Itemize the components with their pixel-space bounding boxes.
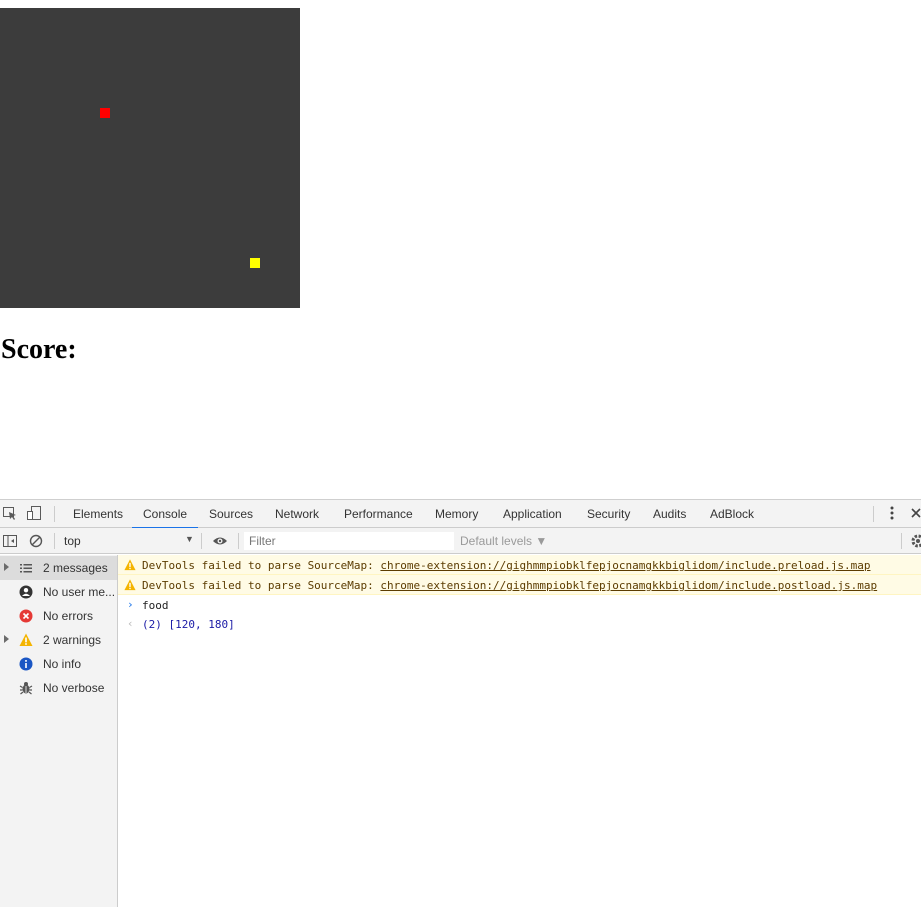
tab-performance[interactable]: Performance (344, 507, 413, 528)
tab-sources[interactable]: Sources (209, 507, 253, 528)
warning-icon (19, 633, 33, 647)
context-value: top (64, 534, 81, 548)
console-input-text: food (142, 599, 169, 612)
toolbar-divider (873, 506, 874, 522)
sidebar-item-warnings[interactable]: 2 warnings (0, 628, 117, 652)
device-toolbar-icon[interactable] (26, 505, 42, 521)
console-warning-message: DevTools failed to parse SourceMap: chro… (118, 575, 921, 595)
sidebar-item-label: 2 warnings (43, 633, 102, 647)
warning-text: DevTools failed to parse SourceMap: (142, 559, 381, 572)
warning-icon (124, 579, 136, 591)
toolbar-divider (238, 533, 239, 549)
source-map-link[interactable]: chrome-extension://gighmmpiobklfepjocnam… (380, 559, 870, 572)
sidebar-item-label: No info (43, 657, 82, 671)
log-levels-dropdown[interactable]: Default levels ▼ (460, 534, 547, 548)
tab-memory[interactable]: Memory (435, 507, 478, 528)
eye-icon[interactable] (212, 533, 228, 549)
list-icon (19, 561, 33, 575)
sidebar-item-label: No errors (43, 609, 94, 623)
bug-icon (19, 681, 33, 695)
sidebar-item-label: No user me... (43, 585, 116, 599)
warning-icon (124, 559, 136, 571)
expand-arrow-icon[interactable] (4, 635, 9, 643)
error-icon (19, 609, 33, 623)
result-arrow-icon: ‹ (127, 617, 134, 630)
devtools-panel: Elements Console Sources Network Perform… (0, 499, 921, 907)
clear-console-icon[interactable] (28, 533, 44, 549)
sidebar-item-user-messages[interactable]: No user me... (0, 580, 117, 604)
sidebar-item-info[interactable]: No info (0, 652, 117, 676)
console-input-line: › food (118, 595, 921, 615)
console-sidebar: 2 messages No user me... No errors 2 war… (0, 555, 118, 907)
context-selector[interactable]: top ▼ (55, 531, 195, 550)
toggle-sidebar-icon[interactable] (2, 533, 18, 549)
user-icon (19, 585, 33, 599)
snake-segment (100, 108, 110, 118)
console-toolbar: top ▼ Default levels ▼ (0, 528, 921, 554)
dropdown-arrow-icon: ▼ (185, 534, 194, 544)
sidebar-item-label: No verbose (43, 681, 105, 695)
toolbar-divider (54, 506, 55, 522)
tab-application[interactable]: Application (503, 507, 562, 528)
tab-security[interactable]: Security (587, 507, 630, 528)
console-warning-message: DevTools failed to parse SourceMap: chro… (118, 555, 921, 575)
toolbar-divider (201, 533, 202, 549)
tab-audits[interactable]: Audits (653, 507, 686, 528)
settings-gear-icon[interactable] (910, 533, 921, 549)
console-result-text[interactable]: (2) [120, 180] (142, 618, 235, 631)
input-prompt-icon: › (127, 598, 134, 611)
sidebar-item-errors[interactable]: No errors (0, 604, 117, 628)
toolbar-divider (901, 533, 902, 549)
console-output: DevTools failed to parse SourceMap: chro… (118, 555, 921, 907)
tab-adblock[interactable]: AdBlock (710, 507, 754, 528)
inspect-element-icon[interactable] (2, 505, 18, 521)
tab-console[interactable]: Console (131, 507, 199, 529)
tab-elements[interactable]: Elements (73, 507, 123, 528)
sidebar-item-verbose[interactable]: No verbose (0, 676, 117, 700)
warning-text: DevTools failed to parse SourceMap: (142, 579, 381, 592)
expand-arrow-icon[interactable] (4, 563, 9, 571)
sidebar-item-label: 2 messages (43, 561, 108, 575)
sidebar-item-messages[interactable]: 2 messages (0, 556, 117, 580)
more-options-icon[interactable] (884, 505, 900, 521)
devtools-tabbar: Elements Console Sources Network Perform… (0, 500, 921, 529)
game-canvas (0, 8, 300, 308)
info-icon (19, 657, 33, 671)
filter-input[interactable] (244, 532, 454, 550)
close-icon[interactable] (908, 505, 921, 521)
score-label: Score: (1, 334, 77, 365)
tab-network[interactable]: Network (275, 507, 319, 528)
food-item (250, 258, 260, 268)
source-map-link[interactable]: chrome-extension://gighmmpiobklfepjocnam… (380, 579, 877, 592)
console-result-line: ‹ (2) [120, 180] (118, 614, 921, 634)
